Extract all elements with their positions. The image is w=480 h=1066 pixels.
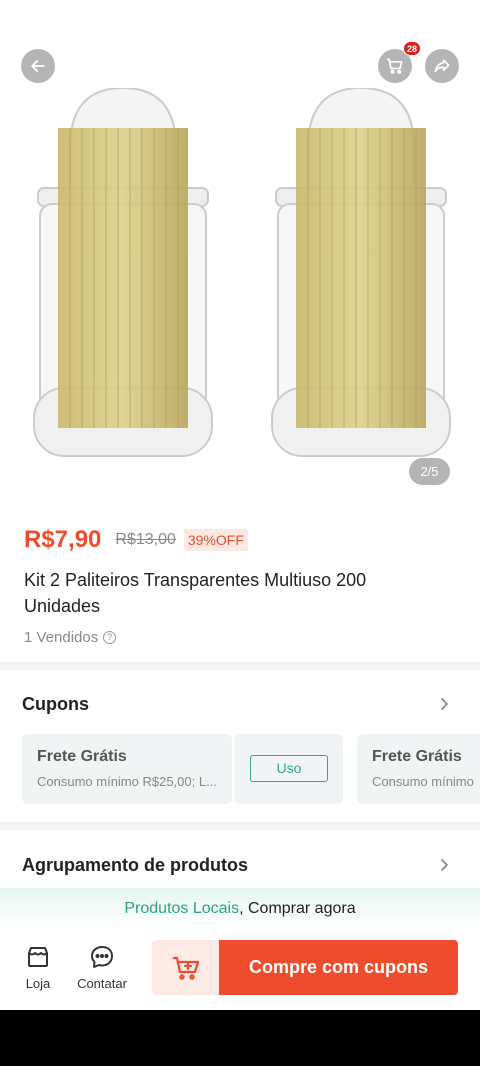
cart-button[interactable]: 28 (378, 41, 421, 83)
product-grouping-title[interactable]: Agrupamento de produtos (22, 855, 248, 876)
coupons-title[interactable]: Cupons (22, 694, 89, 715)
local-products-banner[interactable]: Produtos Locais, Comprar agora (0, 888, 480, 930)
cart-count-badge: 28 (402, 41, 421, 56)
bottom-action-bar: Loja Contatar Compre com cupons (0, 930, 480, 1010)
buy-now-label: , Comprar agora (239, 900, 356, 917)
image-counter: 2/5 (409, 458, 450, 485)
product-image-carousel[interactable]: 28 2/5 (0, 0, 480, 505)
coupon-card[interactable]: Frete Grátis Consumo mínimo (357, 734, 480, 804)
chevron-right-icon[interactable] (436, 696, 452, 712)
coupon-action-area: Uso (234, 734, 343, 804)
product-title: Kit 2 Paliteiros Transparentes Multiuso … (24, 570, 367, 616)
coupon-title: Frete Grátis (37, 748, 127, 765)
product-image-jar-left (33, 88, 213, 457)
share-icon (434, 59, 450, 73)
price-row: R$7,90 R$13,00 39%OFF (24, 526, 248, 554)
coupon-title: Frete Grátis (372, 748, 462, 765)
store-label: Loja (25, 976, 51, 991)
section-divider (0, 822, 480, 830)
section-divider (0, 662, 480, 670)
coupon-card: Frete Grátis Consumo mínimo R$25,00; L..… (22, 734, 232, 804)
original-price: R$13,00 (115, 531, 176, 548)
use-coupon-button[interactable]: Uso (250, 755, 328, 782)
product-image-jar-right (271, 88, 451, 457)
contact-label: Contatar (77, 976, 127, 991)
sold-label: 1 Vendidos (24, 629, 99, 646)
coupon-desc: Consumo mínimo (372, 774, 474, 789)
chevron-right-icon[interactable] (436, 857, 452, 873)
store-icon (28, 947, 48, 967)
coupon-desc: Consumo mínimo R$25,00; L... (37, 774, 217, 789)
add-to-cart-icon (172, 956, 199, 980)
sold-count: 1 Vendidos ? (24, 629, 117, 646)
buy-with-coupons-button[interactable]: Compre com cupons (219, 940, 458, 995)
local-products-label: Produtos Locais (124, 900, 240, 917)
system-navigation-bar (0, 1010, 480, 1066)
chat-icon (91, 946, 113, 968)
contact-button[interactable]: Contatar (74, 944, 130, 991)
cart-icon (386, 58, 403, 74)
share-button[interactable] (425, 49, 459, 83)
current-price: R$7,90 (24, 526, 102, 553)
product-page: 28 2/5 R$7,90 R$13,00 39%OFF Kit 2 Palit… (0, 0, 480, 1066)
back-arrow-icon (31, 60, 45, 72)
back-button[interactable] (21, 49, 55, 83)
add-to-cart-button[interactable] (152, 940, 219, 995)
discount-badge: 39%OFF (183, 529, 248, 551)
store-button[interactable]: Loja (20, 944, 56, 991)
help-icon[interactable]: ? (103, 631, 117, 644)
